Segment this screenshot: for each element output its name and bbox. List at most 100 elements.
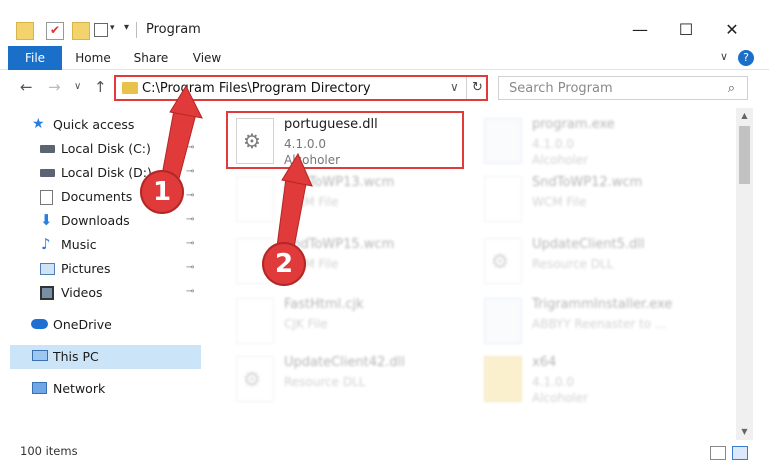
pin-icon[interactable]: ⊸ (186, 262, 194, 273)
pin-icon[interactable]: ⊸ (186, 286, 194, 297)
file-type: ABBYY Reenaster to ... (532, 317, 667, 331)
file-name: SndToWP13.wcm (284, 175, 395, 190)
search-icon[interactable]: ⌕ (728, 81, 735, 96)
tab-share[interactable]: Share (128, 46, 174, 70)
search-box[interactable]: Search Program ⌕ (498, 76, 748, 100)
up-button[interactable]: ↑ (94, 78, 107, 96)
expand-ribbon-chevron-icon[interactable]: ∨ (720, 50, 728, 63)
sidebar-item-downloads[interactable]: ⬇ Downloads ⊸ (0, 209, 202, 233)
blank-file-icon (236, 298, 274, 344)
folder-icon[interactable] (16, 22, 34, 40)
blank-file-icon (236, 176, 274, 222)
minimize-button[interactable]: — (620, 14, 660, 44)
download-icon: ⬇ (40, 211, 53, 229)
pin-icon[interactable]: ⊸ (186, 214, 194, 225)
file-company: Alcoholer (532, 391, 589, 405)
list-item[interactable]: UpdateClient5.dll Resource DLL (476, 232, 716, 288)
step-callout-2: 2 (262, 242, 306, 286)
file-type: CJK File (284, 317, 328, 331)
list-item[interactable]: TrigrammInstaller.exe ABBYY Reenaster to… (476, 292, 716, 348)
sidebar-item-label: Quick access (53, 117, 135, 132)
address-bar[interactable]: C:\Program Files\Program Directory ∨ ↻ (114, 75, 488, 101)
computer-icon (32, 350, 48, 361)
sidebar-item-this-pc[interactable]: This PC (10, 345, 201, 369)
maximize-button[interactable]: ☐ (666, 14, 706, 44)
file-company: Alcoholer (532, 153, 589, 167)
sidebar-item-videos[interactable]: Videos ⊸ (0, 281, 202, 305)
customize-qat-chevron-icon[interactable]: ▾ (124, 22, 129, 33)
list-item[interactable]: UpdateClient42.dll Resource DLL (228, 350, 468, 406)
file-name: program.exe (532, 117, 615, 132)
back-button[interactable]: ← (20, 78, 33, 96)
list-item[interactable]: FastHtml.cjk CJK File (228, 292, 468, 348)
help-icon[interactable]: ? (738, 50, 754, 66)
tab-home[interactable]: Home (70, 46, 116, 70)
sidebar-item-music[interactable]: ♪ Music ⊸ (0, 233, 202, 257)
blank-file-icon (484, 176, 522, 222)
recent-locations-chevron-icon[interactable]: ∨ (74, 81, 81, 92)
file-version: 4.1.0.0 (532, 375, 574, 389)
sidebar-item-network[interactable]: Network (0, 377, 202, 401)
scroll-up-icon[interactable]: ▲ (736, 108, 753, 124)
status-bar: 100 items (0, 440, 769, 469)
file-type: WCM File (284, 195, 339, 209)
drive-icon (40, 145, 55, 153)
title-bar: ✔ ▾ ▾ Program — ☐ ✕ (0, 0, 769, 44)
sidebar-item-quick-access[interactable]: ★ Quick access (0, 113, 202, 137)
exe-file-icon (484, 298, 522, 344)
pin-icon[interactable]: ⊸ (186, 166, 194, 177)
vertical-scrollbar[interactable]: ▲ ▼ (736, 108, 753, 440)
pin-icon[interactable]: ⊸ (186, 190, 194, 201)
list-item[interactable]: SndToWP13.wcm WCM File (228, 170, 468, 226)
star-icon: ★ (32, 116, 45, 132)
sidebar-item-pictures[interactable]: Pictures ⊸ (0, 257, 202, 281)
file-name: UpdateClient42.dll (284, 355, 405, 370)
pin-icon[interactable]: ⊸ (186, 142, 194, 153)
sidebar-item-label: Network (53, 381, 106, 396)
refresh-button[interactable]: ↻ (466, 77, 488, 99)
sidebar-item-label: Local Disk (D:) (61, 165, 152, 180)
scrollbar-thumb[interactable] (739, 126, 750, 184)
pin-icon[interactable]: ⊸ (186, 238, 194, 249)
file-type: WCM File (532, 195, 587, 209)
network-icon (32, 382, 47, 394)
file-name: UpdateClient5.dll (532, 237, 645, 252)
ribbon-tabs: File Home Share View ∨ ? (0, 46, 769, 70)
list-item[interactable]: x64 4.1.0.0 Alcoholer (476, 350, 716, 406)
title-separator (136, 22, 137, 38)
exe-file-icon (484, 118, 522, 164)
sidebar-item-local-disk-c[interactable]: Local Disk (C:) ⊸ (0, 137, 202, 161)
large-icons-view-icon[interactable] (732, 446, 748, 460)
selected-file-highlight (226, 111, 464, 169)
close-button[interactable]: ✕ (712, 14, 752, 44)
new-folder-icon[interactable] (72, 22, 90, 40)
navigation-pane: ★ Quick access Local Disk (C:) ⊸ Local D… (0, 108, 206, 438)
details-view-icon[interactable] (710, 446, 726, 460)
list-item[interactable]: SndToWP12.wcm WCM File (476, 170, 716, 226)
address-dropdown-chevron-icon[interactable]: ∨ (450, 80, 459, 94)
sidebar-item-onedrive[interactable]: OneDrive (0, 313, 202, 337)
forward-button[interactable]: → (48, 78, 61, 96)
properties-icon[interactable]: ✔ (46, 22, 64, 40)
address-path[interactable]: C:\Program Files\Program Directory (142, 81, 371, 96)
dll-file-icon (484, 238, 522, 284)
file-name: FastHtml.cjk (284, 297, 364, 312)
sidebar-item-label: OneDrive (53, 317, 112, 332)
sidebar-item-label: Music (61, 237, 97, 252)
tab-view[interactable]: View (184, 46, 230, 70)
view-options-icon[interactable]: ▾ (94, 22, 118, 40)
window-title: Program (146, 22, 201, 37)
folder-icon (484, 356, 522, 402)
file-name: TrigrammInstaller.exe (532, 297, 673, 312)
tab-file[interactable]: File (8, 46, 62, 70)
list-item[interactable]: program.exe 4.1.0.0 Alcoholer (476, 112, 716, 168)
scroll-down-icon[interactable]: ▼ (736, 424, 753, 440)
documents-icon (40, 190, 53, 205)
sidebar-item-label: This PC (53, 349, 99, 364)
file-version: 4.1.0.0 (532, 137, 574, 151)
sidebar-item-label: Videos (61, 285, 103, 300)
search-input[interactable]: Search Program (509, 81, 613, 96)
videos-icon (40, 286, 54, 300)
drive-icon (40, 169, 55, 177)
file-type: Resource DLL (284, 375, 366, 389)
